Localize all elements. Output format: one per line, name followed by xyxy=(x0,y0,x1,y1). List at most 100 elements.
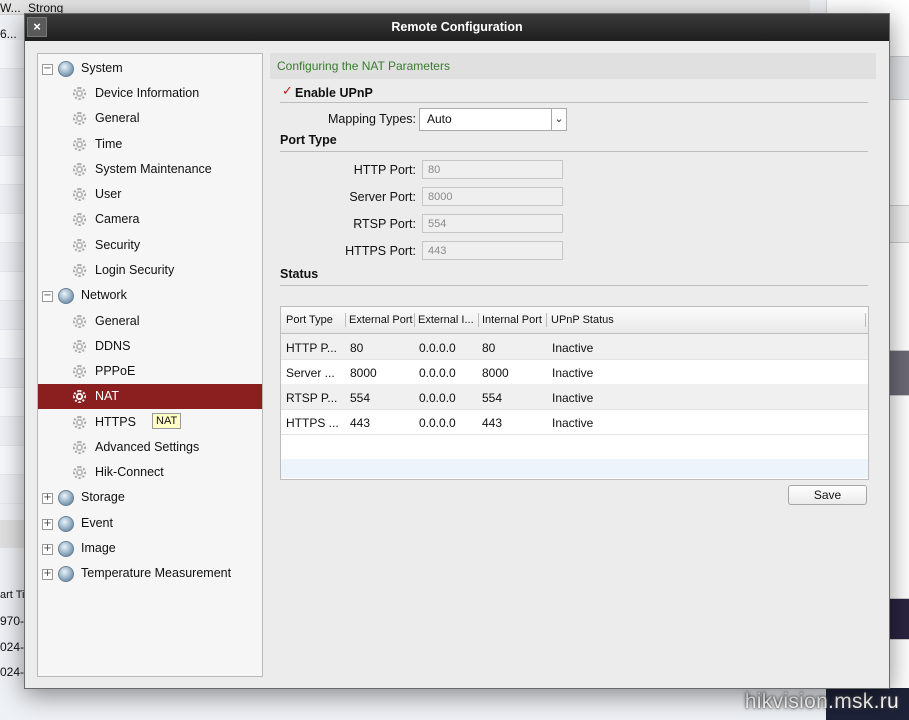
background-cell: art Ti xyxy=(0,589,25,601)
tree-item-pppoe[interactable]: PPPoE xyxy=(38,359,262,384)
divider xyxy=(280,102,868,103)
table-cell: Inactive xyxy=(552,366,594,380)
column-separator xyxy=(865,313,866,327)
dialog-titlebar: × Remote Configuration xyxy=(25,14,889,41)
gear-icon xyxy=(73,315,86,328)
tree-item-https[interactable]: HTTPS NAT xyxy=(38,410,262,435)
tree-item-security[interactable]: Security xyxy=(38,233,262,258)
table-cell: 0.0.0.0 xyxy=(419,416,456,430)
tree-item-nat[interactable]: NAT xyxy=(38,384,262,409)
table-row[interactable]: HTTPS ... 443 0.0.0.0 443 Inactive xyxy=(281,409,868,435)
tree-item-system-maintenance[interactable]: System Maintenance xyxy=(38,157,262,182)
tree-item-label: PPPoE xyxy=(95,364,136,378)
tree-item-device-information[interactable]: Device Information xyxy=(38,81,262,106)
column-header-external-ip[interactable]: External I... xyxy=(418,314,478,326)
tree-group-image[interactable]: + Image xyxy=(38,536,262,561)
globe-icon xyxy=(58,566,74,582)
tree-group-label: System xyxy=(81,61,123,75)
column-header-port-type[interactable]: Port Type xyxy=(286,314,344,326)
expand-icon[interactable]: + xyxy=(42,569,53,580)
mapping-types-value: Auto xyxy=(427,112,452,126)
http-port-field[interactable]: 80 xyxy=(422,160,563,179)
server-port-value: 8000 xyxy=(428,191,453,203)
upnp-status-table: Port Type External Port External I... In… xyxy=(280,306,869,480)
tree-group-network[interactable]: − Network xyxy=(38,283,262,308)
table-cell: 554 xyxy=(350,391,371,405)
tree-group-event[interactable]: + Event xyxy=(38,511,262,536)
tree-item-advanced-settings[interactable]: Advanced Settings xyxy=(38,435,262,460)
divider xyxy=(280,151,868,152)
table-cell: RTSP P... xyxy=(286,391,338,405)
background-cell: 024- xyxy=(0,665,25,679)
expand-icon[interactable]: + xyxy=(42,519,53,530)
server-port-field[interactable]: 8000 xyxy=(422,187,563,206)
table-cell: 8000 xyxy=(482,366,509,380)
table-cell: 443 xyxy=(350,416,371,430)
http-port-value: 80 xyxy=(428,164,441,176)
gear-icon xyxy=(73,340,86,353)
table-cell: 0.0.0.0 xyxy=(419,391,456,405)
column-header-upnp-status[interactable]: UPnP Status xyxy=(551,314,651,326)
config-tree: − System Device Information General Time… xyxy=(37,53,263,677)
tree-group-system[interactable]: − System xyxy=(38,56,262,81)
table-empty-area xyxy=(281,459,868,478)
table-cell: 0.0.0.0 xyxy=(419,341,456,355)
dialog-title: Remote Configuration xyxy=(391,20,523,34)
background-thumbnail xyxy=(888,350,909,396)
chevron-down-icon[interactable]: ⌄ xyxy=(551,109,566,130)
gear-icon xyxy=(73,188,86,201)
tree-item-user[interactable]: User xyxy=(38,182,262,207)
table-header: Port Type External Port External I... In… xyxy=(281,307,868,334)
https-port-label: HTTPS Port: xyxy=(345,244,416,258)
expand-icon[interactable]: + xyxy=(42,544,53,555)
tree-item-network-general[interactable]: General xyxy=(38,309,262,334)
tree-item-label: HTTPS xyxy=(95,415,136,429)
table-row[interactable]: Server ... 8000 0.0.0.0 8000 Inactive xyxy=(281,359,868,385)
table-cell: Inactive xyxy=(552,391,594,405)
tree-item-time[interactable]: Time xyxy=(38,132,262,157)
tooltip: NAT xyxy=(152,413,182,429)
tree-item-label: Security xyxy=(95,238,141,252)
gear-icon xyxy=(73,239,86,252)
tree-item-label: Device Information xyxy=(95,86,200,100)
gear-icon xyxy=(73,163,86,176)
collapse-icon[interactable]: − xyxy=(42,64,53,75)
expand-icon[interactable]: + xyxy=(42,493,53,504)
tree-item-label: General xyxy=(95,314,140,328)
column-header-internal-port[interactable]: Internal Port xyxy=(482,314,546,326)
nat-config-panel: Configuring the NAT Parameters ✓ Enable … xyxy=(270,53,878,675)
tree-group-temperature-measurement[interactable]: + Temperature Measurement xyxy=(38,561,262,586)
table-row[interactable]: HTTP P... 80 0.0.0.0 80 Inactive xyxy=(281,334,868,360)
table-cell: Inactive xyxy=(552,416,594,430)
tree-item-system-general[interactable]: General xyxy=(38,106,262,131)
collapse-icon[interactable]: − xyxy=(42,291,53,302)
table-row[interactable]: RTSP P... 554 0.0.0.0 554 Inactive xyxy=(281,384,868,410)
watermark: hikvision.msk.ru xyxy=(744,690,899,713)
rtsp-port-label: RTSP Port: xyxy=(353,217,416,231)
port-type-title: Port Type xyxy=(280,133,337,147)
tree-item-label: NAT xyxy=(95,389,120,403)
table-cell: 554 xyxy=(482,391,503,405)
https-port-field[interactable]: 443 xyxy=(422,241,563,260)
globe-icon xyxy=(58,288,74,304)
tree-item-login-security[interactable]: Login Security xyxy=(38,258,262,283)
mapping-types-select[interactable]: Auto ⌄ xyxy=(419,108,567,131)
tree-group-storage[interactable]: + Storage xyxy=(38,485,262,510)
tree-group-label: Network xyxy=(81,288,127,302)
tree-item-hik-connect[interactable]: Hik-Connect xyxy=(38,460,262,485)
table-cell: Server ... xyxy=(286,366,335,380)
table-cell: HTTP P... xyxy=(286,341,337,355)
status-title: Status xyxy=(280,267,319,281)
table-cell: 443 xyxy=(482,416,503,430)
save-button[interactable]: Save xyxy=(788,485,867,505)
column-header-external-port[interactable]: External Port xyxy=(349,314,413,326)
tree-item-label: System Maintenance xyxy=(95,162,212,176)
rtsp-port-field[interactable]: 554 xyxy=(422,214,563,233)
background-cell: 6... xyxy=(0,27,17,41)
tree-item-ddns[interactable]: DDNS xyxy=(38,334,262,359)
tree-item-camera[interactable]: Camera xyxy=(38,207,262,232)
table-cell: 0.0.0.0 xyxy=(419,366,456,380)
gear-icon xyxy=(73,138,86,151)
column-separator xyxy=(414,313,415,327)
tree-group-label: Event xyxy=(81,516,113,530)
